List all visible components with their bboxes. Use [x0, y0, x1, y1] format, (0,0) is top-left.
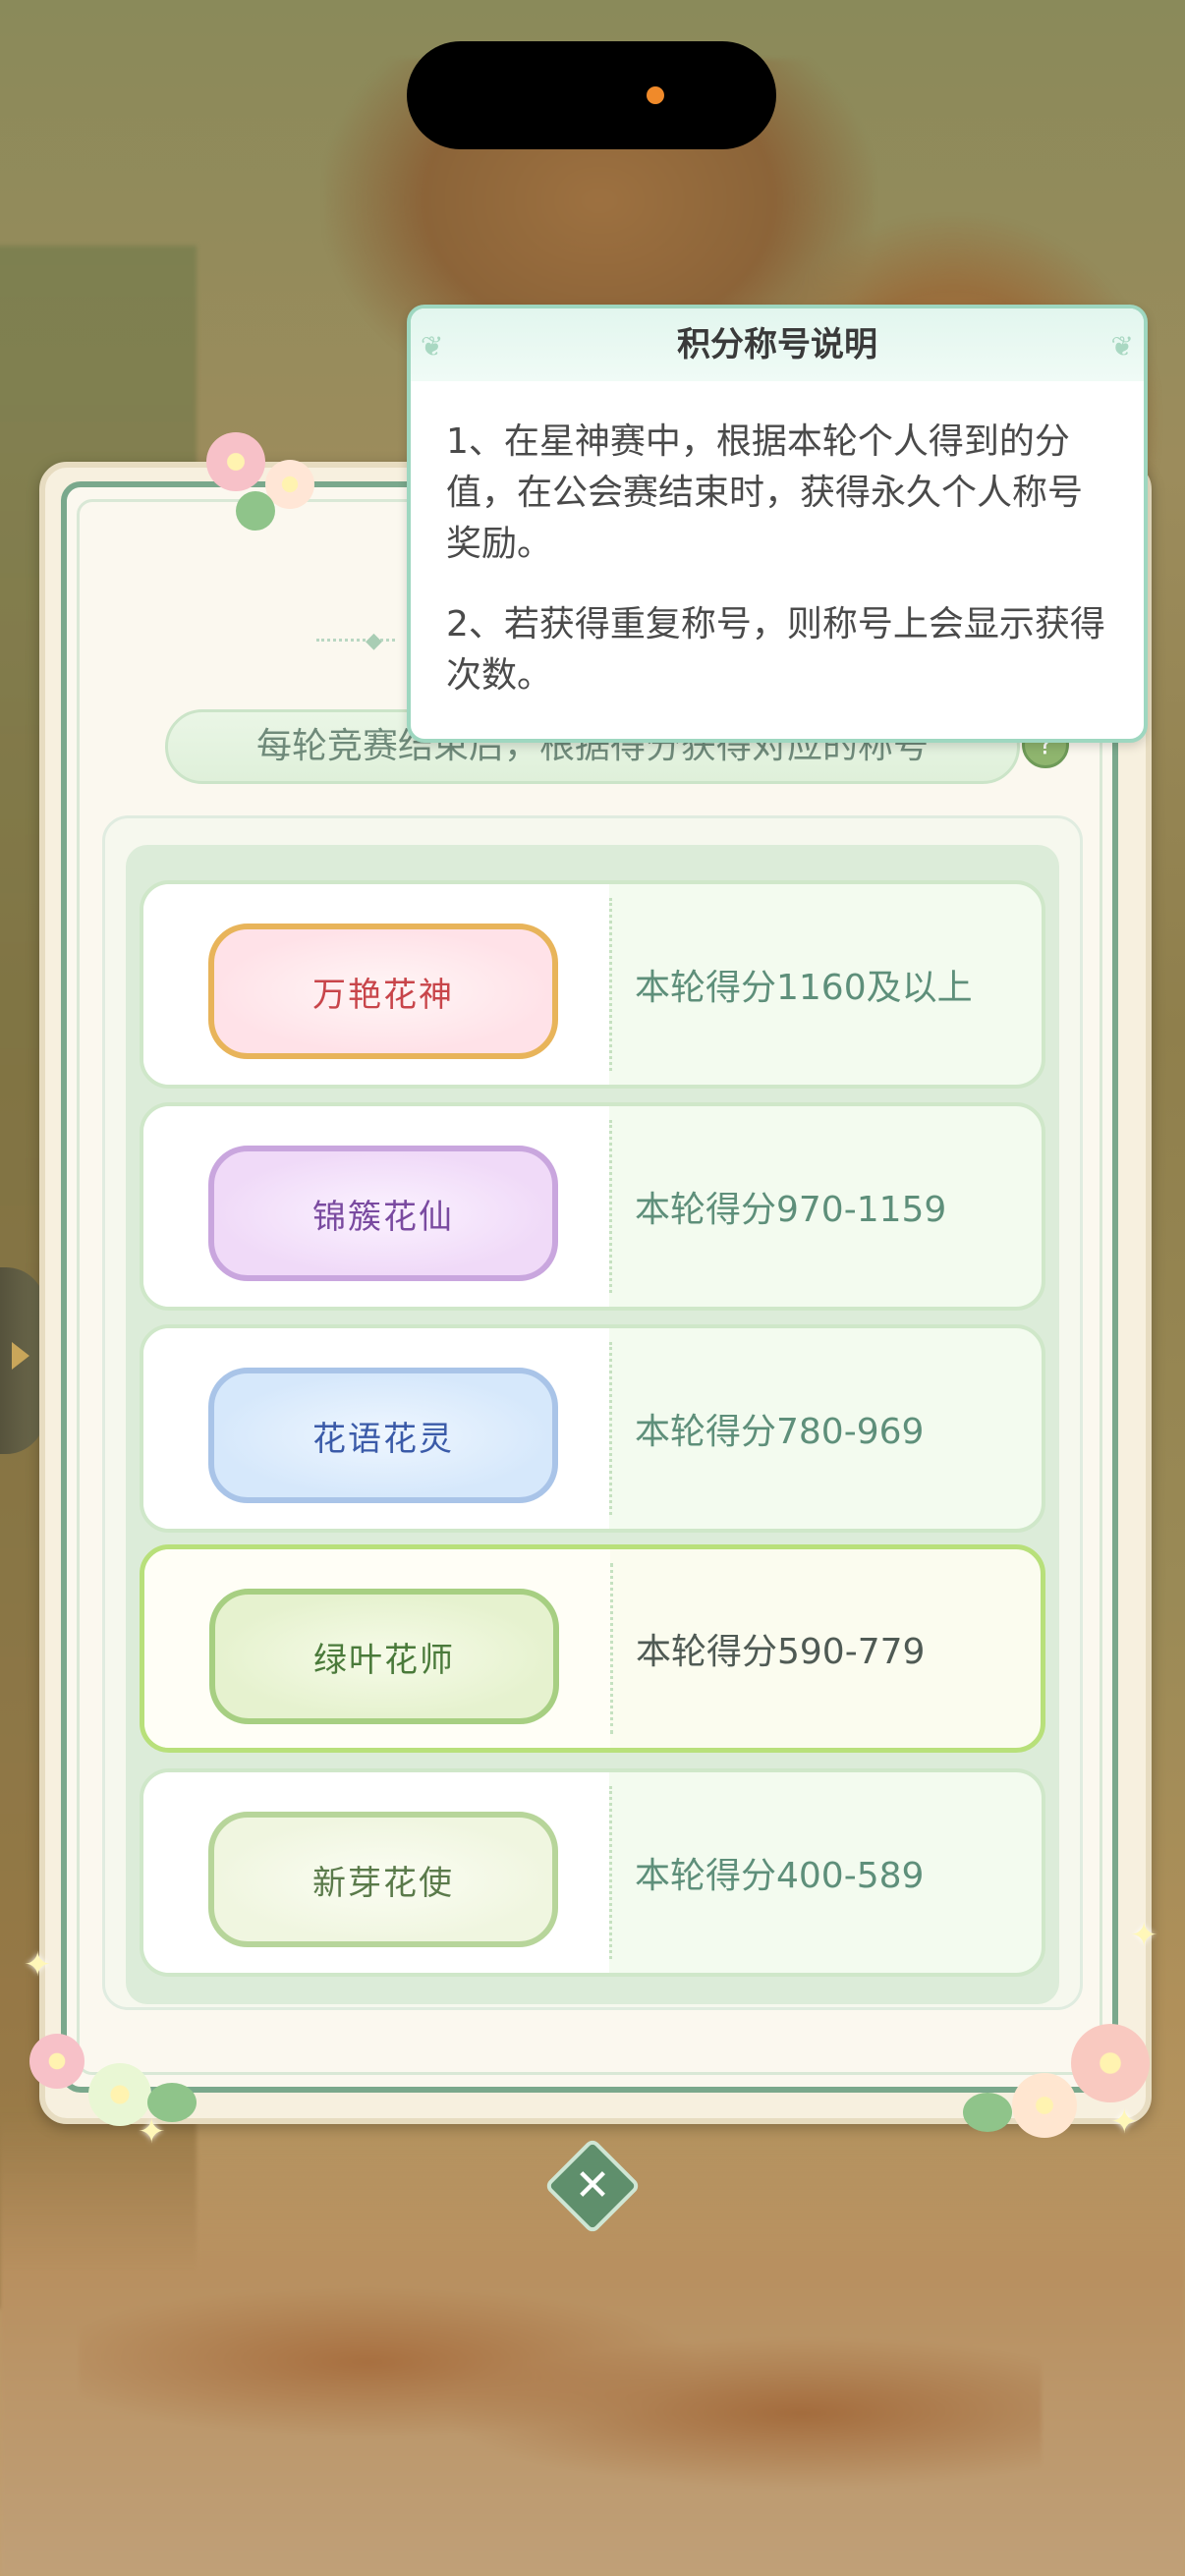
leaf-decoration — [236, 491, 275, 531]
sparkle-icon: ✦ — [138, 2112, 166, 2152]
sparkle-icon: ✦ — [1110, 2102, 1139, 2142]
chevron-right-icon[interactable] — [12, 1342, 29, 1370]
camera-indicator-dot — [647, 86, 664, 104]
title-name: 花语花灵 — [312, 1419, 454, 1459]
title-badge: 万艳花神 — [208, 924, 558, 1059]
title-row: 万艳花神 本轮得分1160及以上 — [140, 880, 1045, 1089]
title-name: 锦簇花仙 — [312, 1197, 454, 1237]
title-row: 锦簇花仙 本轮得分970-1159 — [140, 1102, 1045, 1311]
leaf-decoration — [963, 2093, 1012, 2132]
title-badge: 锦簇花仙 — [208, 1146, 558, 1281]
flower-decoration — [29, 2034, 85, 2089]
title-badge-cell: 花语花灵 — [143, 1328, 609, 1529]
subtitle-divider — [316, 639, 395, 642]
sparkle-icon: ✦ — [1130, 1916, 1158, 1955]
row-divider — [609, 1120, 612, 1293]
title-row: 新芽花使 本轮得分400-589 — [140, 1768, 1045, 1977]
row-divider — [610, 1563, 613, 1734]
row-divider — [609, 898, 612, 1071]
title-score-range: 本轮得分780-969 — [635, 1412, 925, 1452]
row-divider — [609, 1342, 612, 1515]
title-score-range: 本轮得分590-779 — [636, 1632, 926, 1672]
flower-decoration — [1071, 2024, 1150, 2102]
close-icon[interactable]: ✕ — [558, 2152, 627, 2220]
diamond-icon: ◆ — [366, 629, 382, 653]
title-badge-cell: 万艳花神 — [143, 884, 609, 1085]
title-badge-cell: 绿叶花师 — [144, 1549, 610, 1748]
title-name: 新芽花使 — [312, 1863, 454, 1903]
camera-notch — [407, 41, 776, 149]
flower-decoration — [1012, 2073, 1077, 2138]
title-badge-cell: 锦簇花仙 — [143, 1106, 609, 1307]
popup-title: 积分称号说明 — [677, 325, 877, 364]
title-score-range: 本轮得分400-589 — [635, 1856, 925, 1896]
title-badge-cell: 新芽花使 — [143, 1772, 609, 1973]
info-popup: ❦ ❦ 积分称号说明 1、在星神赛中，根据本轮个人得到的分值，在公会赛结束时，获… — [407, 305, 1148, 743]
row-divider — [609, 1786, 612, 1959]
title-name: 万艳花神 — [312, 975, 454, 1015]
title-row: 花语花灵 本轮得分780-969 — [140, 1324, 1045, 1533]
title-badge: 新芽花使 — [208, 1812, 558, 1947]
popup-paragraph-2: 2、若获得重复称号，则称号上会显示获得次数。 — [446, 604, 1105, 696]
title-score-range: 本轮得分1160及以上 — [635, 968, 973, 1008]
title-name: 绿叶花师 — [313, 1640, 455, 1680]
sparkle-icon: ✦ — [24, 1945, 52, 1985]
flower-decoration — [206, 432, 265, 491]
title-score-range: 本轮得分970-1159 — [635, 1190, 947, 1230]
background-rocks — [79, 2260, 1042, 2515]
popup-paragraph-1: 1、在星神赛中，根据本轮个人得到的分值，在公会赛结束时，获得永久个人称号奖励。 — [446, 421, 1084, 564]
title-badge: 花语花灵 — [208, 1368, 558, 1503]
title-row-current: 绿叶花师 本轮得分590-779 — [140, 1544, 1045, 1753]
title-badge: 绿叶花师 — [209, 1589, 559, 1724]
